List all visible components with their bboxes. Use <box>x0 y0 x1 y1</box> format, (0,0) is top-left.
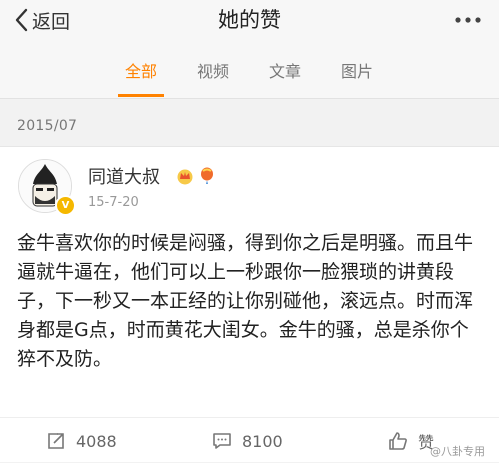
tab-articles[interactable]: 文章 <box>255 61 315 83</box>
post-action-bar: 4088 8100 赞 <box>0 417 499 463</box>
repost-icon <box>48 433 64 449</box>
member-badges <box>176 167 216 185</box>
active-tab-indicator <box>118 94 164 97</box>
post-date: 15-7-20 <box>88 195 139 210</box>
tab-images[interactable]: 图片 <box>327 61 387 83</box>
top-bar: 返回 她的赞 <box>0 0 499 46</box>
comment-icon <box>213 433 231 449</box>
repost-button[interactable]: 4088 <box>46 429 117 453</box>
thumbs-up-icon <box>389 432 407 450</box>
like-button[interactable]: 赞 <box>388 429 434 453</box>
repost-count: 4088 <box>76 431 117 451</box>
post-card[interactable]: V 同道大叔 15-7-20 金牛喜欢你的时候是闷骚，得到你之后是明骚。而且牛逼… <box>0 146 499 462</box>
comment-count: 8100 <box>242 431 283 451</box>
group-date-header: 2015/07 <box>17 118 78 134</box>
tab-all[interactable]: 全部 <box>111 61 171 83</box>
page-title: 她的赞 <box>218 8 281 32</box>
post-author[interactable]: 同道大叔 <box>88 163 160 189</box>
tab-bar: 全部 视频 文章 图片 <box>0 46 499 99</box>
post-text: 金牛喜欢你的时候是闷骚，得到你之后是明骚。而且牛逼就牛逼在，他们可以上一秒跟你一… <box>17 232 474 370</box>
watermark: @八卦专用 <box>430 445 485 458</box>
comment-button[interactable]: 8100 <box>212 429 283 453</box>
balloon-badge-icon <box>201 167 213 184</box>
verified-v-icon: V <box>55 195 76 216</box>
crown-badge-icon <box>177 169 193 185</box>
more-options-icon[interactable] <box>450 10 486 30</box>
tab-video[interactable]: 视频 <box>183 61 243 83</box>
